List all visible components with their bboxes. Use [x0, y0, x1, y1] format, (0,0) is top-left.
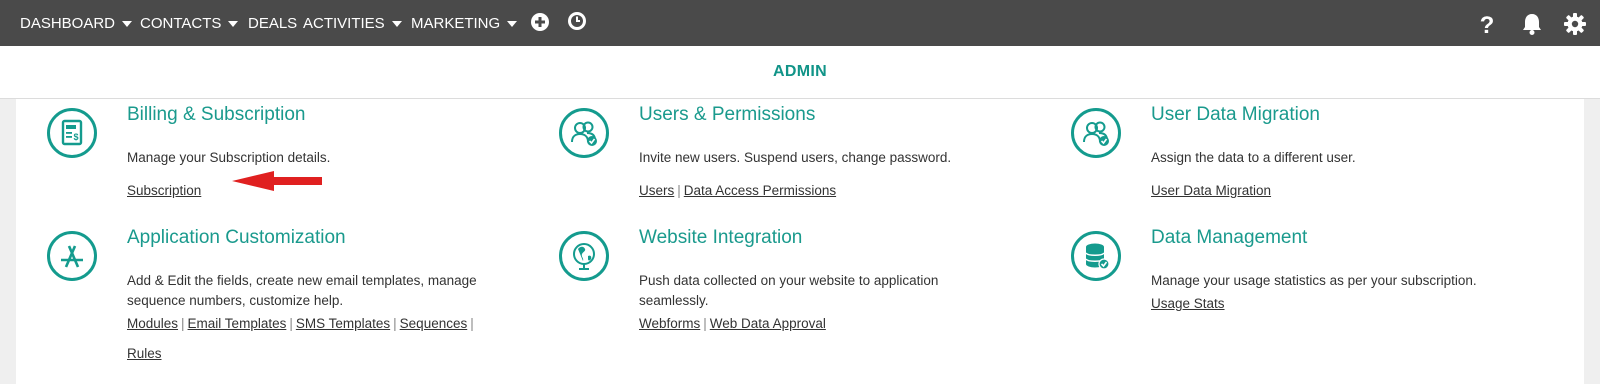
help-icon[interactable]: ?	[1476, 12, 1498, 39]
invoice-icon: $	[47, 108, 97, 158]
card-description: Invite new users. Suspend users, change …	[639, 150, 952, 165]
add-circle-icon[interactable]	[530, 12, 550, 32]
link-users[interactable]: Users	[639, 183, 674, 198]
card-title: Data Management	[1151, 227, 1308, 248]
link-separator: |	[677, 183, 681, 198]
card-description: Manage your Subscription details.	[127, 150, 331, 165]
link-modules[interactable]: Modules	[127, 316, 178, 331]
link-sequences[interactable]: Sequences	[400, 316, 468, 331]
nav-marketing-label: MARKETING	[411, 14, 501, 32]
card-title: Billing & Subscription	[127, 104, 306, 125]
app-store-icon	[47, 231, 97, 281]
chevron-down-icon	[122, 20, 133, 27]
card-links: User Data Migration	[1151, 176, 1271, 206]
nav-activities[interactable]: ACTIVITIES	[303, 0, 402, 46]
link-rules[interactable]: Rules	[127, 346, 162, 361]
card-links: Users | Data Access Permissions	[639, 176, 836, 206]
nav-dashboard-label: DASHBOARD	[20, 14, 116, 32]
card-links: Subscription	[127, 176, 201, 206]
link-separator: |	[703, 316, 707, 331]
svg-text:$: $	[73, 132, 78, 142]
link-webforms[interactable]: Webforms	[639, 316, 700, 331]
link-sms-templates[interactable]: SMS Templates	[296, 316, 390, 331]
link-data-access-permissions[interactable]: Data Access Permissions	[684, 183, 836, 198]
page-title: ADMIN	[773, 63, 827, 80]
nav-dashboard[interactable]: DASHBOARD	[20, 0, 133, 46]
link-separator: |	[393, 316, 397, 331]
nav-contacts-label: CONTACTS	[140, 14, 222, 32]
nav-activities-label: ACTIVITIES	[303, 14, 385, 32]
card-description: Add & Edit the fields, create new email …	[127, 273, 477, 308]
globe-icon	[559, 231, 609, 281]
admin-settings-panel: $ Billing & Subscription Manage your Sub…	[16, 99, 1584, 384]
card-links: Webforms | Web Data Approval	[639, 309, 826, 339]
gear-icon[interactable]	[1563, 12, 1587, 36]
link-separator: |	[289, 316, 293, 331]
link-email-templates[interactable]: Email Templates	[188, 316, 287, 331]
chevron-down-icon	[507, 20, 518, 27]
database-icon	[1071, 231, 1121, 281]
chevron-down-icon	[228, 20, 239, 27]
card-links: Usage Stats	[1151, 289, 1225, 319]
link-separator: |	[181, 316, 185, 331]
clock-icon[interactable]	[567, 11, 587, 31]
nav-deals-label: DEALS	[248, 14, 298, 32]
chevron-down-icon	[391, 20, 402, 27]
link-usage-stats[interactable]: Usage Stats	[1151, 296, 1225, 311]
nav-marketing[interactable]: MARKETING	[411, 0, 518, 46]
card-title: Website Integration	[639, 227, 803, 248]
users-icon	[559, 108, 609, 158]
nav-deals[interactable]: DEALS	[248, 0, 297, 46]
card-description: Assign the data to a different user.	[1151, 150, 1356, 165]
card-title: Users & Permissions	[639, 104, 816, 125]
red-arrow-icon	[232, 171, 322, 191]
card-title: Application Customization	[127, 227, 346, 248]
bell-icon[interactable]	[1520, 12, 1544, 36]
top-nav-bar: DASHBOARD CONTACTS DEALS ACTIVITIES MARK…	[0, 0, 1600, 46]
svg-text:?: ?	[1480, 12, 1495, 36]
nav-contacts[interactable]: CONTACTS	[140, 0, 239, 46]
link-user-data-migration[interactable]: User Data Migration	[1151, 183, 1271, 198]
card-title: User Data Migration	[1151, 104, 1320, 125]
user-migration-icon	[1071, 108, 1121, 158]
link-separator: |	[470, 316, 474, 331]
admin-header: ADMIN	[0, 46, 1600, 99]
link-subscription[interactable]: Subscription	[127, 183, 201, 198]
card-description: Manage your usage statistics as per your…	[1151, 273, 1477, 288]
card-description: Push data collected on your website to a…	[639, 273, 939, 308]
link-web-data-approval[interactable]: Web Data Approval	[710, 316, 826, 331]
card-links: Modules | Email Templates | SMS Templates | Se…	[127, 309, 477, 369]
